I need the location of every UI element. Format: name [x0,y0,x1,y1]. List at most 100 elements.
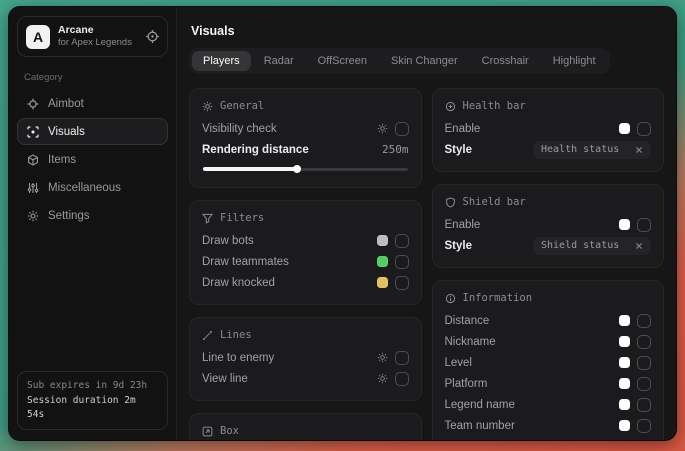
health-style-select[interactable]: Health status [533,141,651,159]
card-box: Box Enable Enable background [189,413,422,440]
row-label: View line [202,373,248,385]
settings-gear-icon[interactable] [377,123,388,134]
selected-style-value: Health status [541,144,619,155]
row-label: Draw knocked [202,277,275,289]
app-name: Arcane [58,24,132,37]
level-checkbox[interactable] [637,356,651,370]
draw-teammates-checkbox[interactable] [395,255,409,269]
close-icon[interactable] [635,146,643,154]
color-swatch[interactable] [377,256,388,267]
column-left: General Visibility check [189,88,422,440]
settings-gear-icon[interactable] [377,352,388,363]
rendering-distance-value: 250m [382,143,409,156]
setting-row-line-to-enemy: Line to enemy [202,347,409,368]
card-title: Information [463,292,533,304]
card-title: Shield bar [463,196,526,208]
row-label: Line to enemy [202,352,274,364]
category-label: Category [24,72,161,83]
color-swatch[interactable] [377,235,388,246]
health-enable-checkbox[interactable] [637,122,651,136]
desktop-background: A Arcane for Apex Legends Category [0,0,685,451]
row-label: Distance [445,315,490,327]
shield-style-select[interactable]: Shield status [533,237,651,255]
page-title: Visuals [191,24,662,38]
tab-radar[interactable]: Radar [253,51,305,71]
color-swatch[interactable] [619,315,630,326]
tab-offscreen[interactable]: OffScreen [307,51,378,71]
visibility-check-checkbox[interactable] [395,122,409,136]
app-logo: A [26,25,50,49]
shield-icon [445,197,456,208]
settings-gear-icon[interactable] [377,373,388,384]
shield-enable-checkbox[interactable] [637,218,651,232]
tab-players[interactable]: Players [192,51,251,71]
platform-checkbox[interactable] [637,377,651,391]
setting-row-weapon-in-hands: Weapon in hands [445,436,652,440]
card-title: General [220,100,264,112]
sidebar-item-settings[interactable]: Settings [17,202,168,229]
color-swatch[interactable] [619,219,630,230]
setting-row-health-style: Style Health status [445,139,652,160]
color-swatch[interactable] [619,420,630,431]
box-icon [202,426,213,437]
color-swatch[interactable] [619,378,630,389]
sidebar-item-aimbot[interactable]: Aimbot [17,90,168,117]
color-swatch[interactable] [377,277,388,288]
setting-row-nickname: Nickname [445,331,652,352]
sidebar-item-visuals[interactable]: Visuals [17,118,168,145]
row-label: Level [445,357,473,369]
setting-row-level: Level [445,352,652,373]
view-line-checkbox[interactable] [395,372,409,386]
setting-row-rendering-distance: Rendering distance 250m [202,139,409,160]
setting-row-legend-name: Legend name [445,394,652,415]
team-number-checkbox[interactable] [637,419,651,433]
row-label: Platform [445,378,488,390]
color-swatch[interactable] [619,357,630,368]
rendering-distance-slider[interactable] [203,162,408,176]
sidebar-item-items[interactable]: Items [17,146,168,173]
row-label: Style [445,240,473,252]
column-right: Health bar Enable Style H [432,88,665,440]
distance-checkbox[interactable] [637,314,651,328]
legend-name-checkbox[interactable] [637,398,651,412]
sidebar-item-label: Aimbot [48,98,84,110]
row-label: Draw teammates [202,256,289,268]
selected-style-value: Shield status [541,240,619,251]
package-icon [27,154,39,166]
funnel-icon [202,213,213,224]
color-swatch[interactable] [619,399,630,410]
color-swatch[interactable] [619,336,630,347]
gear-icon [27,210,39,222]
setting-row-team-number: Team number [445,415,652,436]
setting-row-visibility-check: Visibility check [202,118,409,139]
target-icon[interactable] [146,30,159,43]
card-shield-bar: Shield bar Enable Style S [432,184,665,268]
row-label: Team number [445,420,515,432]
row-label: Rendering distance [202,144,309,156]
card-general: General Visibility check [189,88,422,188]
card-title: Health bar [463,100,526,112]
close-icon[interactable] [635,242,643,250]
draw-bots-checkbox[interactable] [395,234,409,248]
app-window: A Arcane for Apex Legends Category [8,6,677,441]
tab-highlight[interactable]: Highlight [542,51,607,71]
tab-crosshair[interactable]: Crosshair [471,51,540,71]
subscription-info: Sub expires in 9d 23h Session duration 2… [17,371,168,430]
sidebar-item-label: Visuals [48,126,85,138]
card-lines: Lines Line to enemy [189,317,422,401]
tab-skin-changer[interactable]: Skin Changer [380,51,469,71]
sidebar-item-miscellaneous[interactable]: Miscellaneous [17,174,168,201]
row-label: Style [445,144,473,156]
brand-text: Arcane for Apex Legends [58,24,132,49]
line-icon [202,330,213,341]
line-to-enemy-checkbox[interactable] [395,351,409,365]
row-label: Legend name [445,399,515,411]
setting-row-draw-teammates: Draw teammates [202,251,409,272]
nickname-checkbox[interactable] [637,335,651,349]
sidebar-item-label: Items [48,154,76,166]
brand-header: A Arcane for Apex Legends [17,16,168,57]
slider-thumb[interactable] [293,165,301,173]
draw-knocked-checkbox[interactable] [395,276,409,290]
weapon-in-hands-checkbox[interactable] [637,440,651,441]
color-swatch[interactable] [619,123,630,134]
